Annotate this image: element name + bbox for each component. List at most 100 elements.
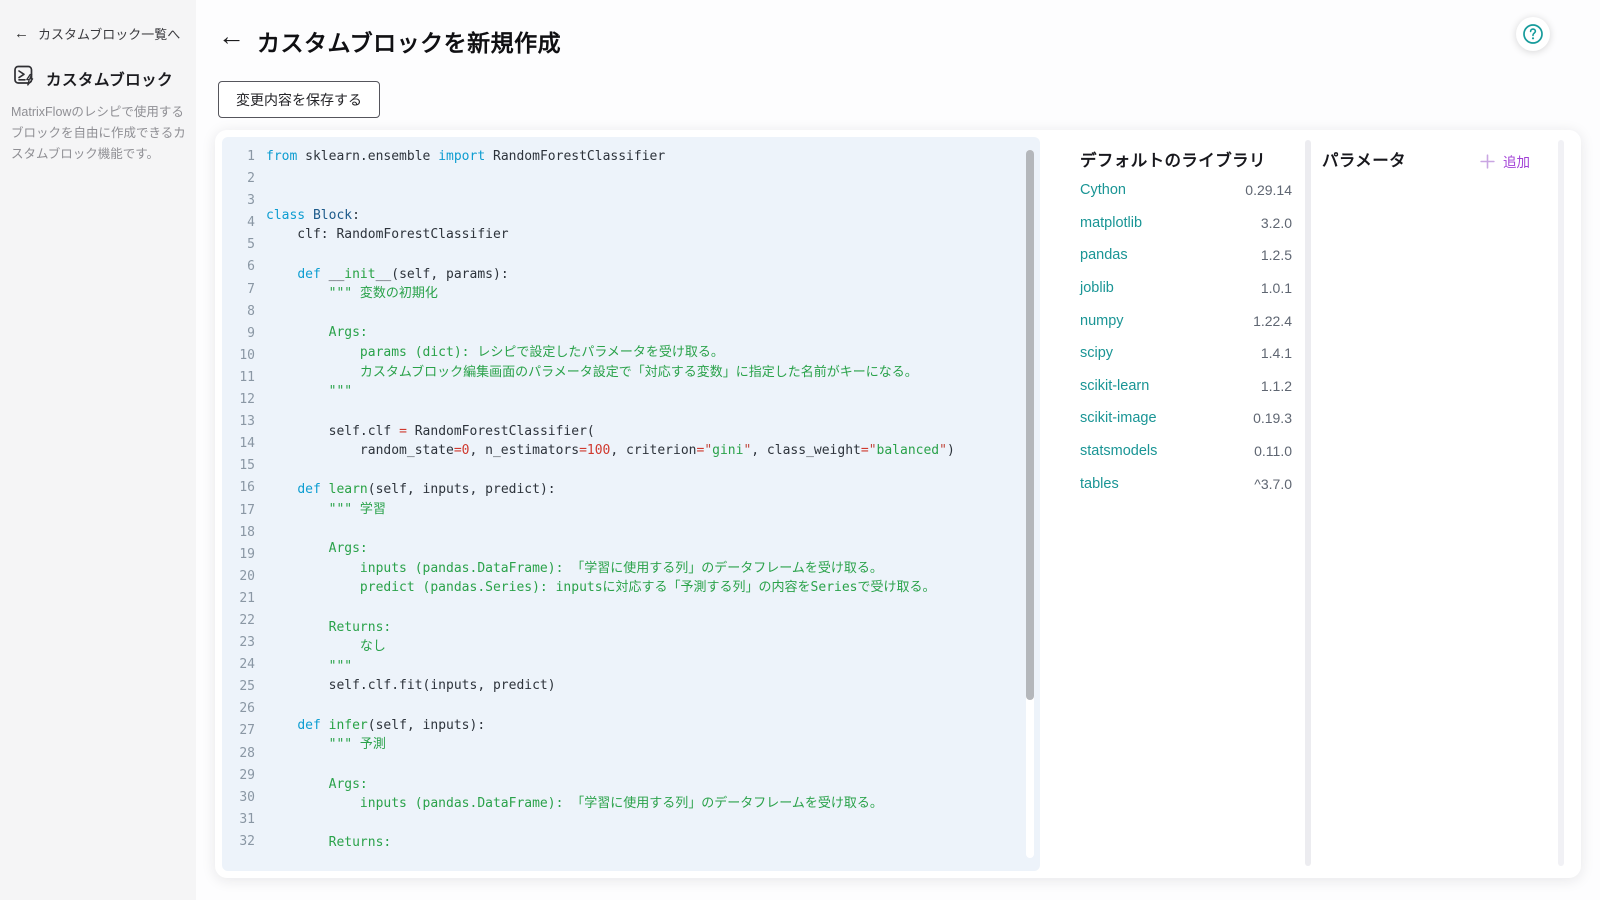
code-line: Returns: bbox=[266, 618, 1020, 638]
code-line bbox=[266, 598, 1020, 618]
help-button[interactable] bbox=[1516, 17, 1550, 51]
code-line: self.clf = RandomForestClassifier( bbox=[266, 422, 1020, 442]
library-version: 1.1.2 bbox=[1261, 378, 1292, 394]
sidebar: ← カスタムブロック一覧へ カスタムブロック MatrixFlowのレシピで使用… bbox=[0, 0, 196, 900]
line-number: 13 bbox=[222, 411, 255, 433]
custom-block-icon bbox=[13, 64, 37, 93]
library-row: scikit-learn 1.1.2 bbox=[1080, 370, 1292, 403]
code-line: inputs (pandas.DataFrame): 「学習に使用する列」のデー… bbox=[266, 794, 1020, 814]
library-name[interactable]: numpy bbox=[1080, 313, 1124, 329]
library-name[interactable]: pandas bbox=[1080, 247, 1128, 263]
line-number: 12 bbox=[222, 389, 255, 411]
line-number: 3 bbox=[222, 190, 255, 212]
library-list: Cython 0.29.14 matplotlib3.2.0 pandas 1.2.5 j… bbox=[1080, 174, 1292, 500]
library-version: 1.22.4 bbox=[1253, 313, 1292, 329]
line-number: 26 bbox=[222, 698, 255, 720]
line-number: 20 bbox=[222, 566, 255, 588]
code-line: def learn(self, inputs, predict): bbox=[266, 480, 1020, 500]
line-number: 9 bbox=[222, 323, 255, 345]
line-number: 8 bbox=[222, 301, 255, 323]
line-number: 30 bbox=[222, 787, 255, 809]
line-number: 10 bbox=[222, 345, 255, 367]
library-row: pandas 1.2.5 bbox=[1080, 239, 1292, 272]
line-number: 7 bbox=[222, 279, 255, 301]
line-number: 28 bbox=[222, 743, 255, 765]
code-editor[interactable]: 1234567891011121314151617181920212223242… bbox=[222, 137, 1040, 871]
code-scrollbar-thumb[interactable] bbox=[1026, 150, 1034, 700]
code-line bbox=[266, 245, 1020, 265]
libraries-title: デフォルトのライブラリ bbox=[1080, 149, 1292, 173]
parameters-title: パラメータ bbox=[1322, 149, 1406, 173]
left-arrow-icon: ← bbox=[14, 25, 29, 42]
code-line: def __init__(self, params): bbox=[266, 265, 1020, 285]
line-number: 19 bbox=[222, 544, 255, 566]
code-line: inputs (pandas.DataFrame): 「学習に使用する列」のデー… bbox=[266, 559, 1020, 579]
line-number: 6 bbox=[222, 256, 255, 278]
line-number: 5 bbox=[222, 234, 255, 256]
save-button[interactable]: 変更内容を保存する bbox=[218, 81, 380, 118]
code-line: Returns: bbox=[266, 833, 1020, 853]
code-line: """ 予測 bbox=[266, 735, 1020, 755]
code-line: class Block: bbox=[266, 206, 1020, 226]
library-row: matplotlib3.2.0 bbox=[1080, 207, 1292, 240]
sidebar-back-label: カスタムブロック一覧へ bbox=[38, 24, 180, 43]
line-number: 17 bbox=[222, 500, 255, 522]
library-name[interactable]: matplotlib bbox=[1080, 215, 1142, 231]
library-name[interactable]: scipy bbox=[1080, 345, 1113, 361]
code-line: predict (pandas.Series): inputsに対応する「予測す… bbox=[266, 578, 1020, 598]
add-parameter-label: 追加 bbox=[1503, 151, 1530, 171]
question-mark-icon bbox=[1521, 22, 1545, 46]
line-number: 4 bbox=[222, 212, 255, 234]
code-line bbox=[266, 520, 1020, 540]
library-version: 0.11.0 bbox=[1254, 443, 1292, 459]
code-line: clf: RandomForestClassifier bbox=[266, 225, 1020, 245]
code-line bbox=[266, 696, 1020, 716]
code-line: from sklearn.ensemble import RandomFores… bbox=[266, 147, 1020, 167]
library-version: 0.19.3 bbox=[1253, 410, 1292, 426]
library-name[interactable]: joblib bbox=[1080, 280, 1114, 296]
library-version: 1.4.1 bbox=[1261, 345, 1292, 361]
library-name[interactable]: scikit-image bbox=[1080, 410, 1157, 426]
code-lines: from sklearn.ensemble import RandomFores… bbox=[266, 147, 1020, 853]
code-line bbox=[266, 304, 1020, 324]
code-line bbox=[266, 755, 1020, 775]
library-row: joblib 1.0.1 bbox=[1080, 272, 1292, 305]
code-line: """ 学習 bbox=[266, 500, 1020, 520]
code-line bbox=[266, 402, 1020, 422]
line-number: 14 bbox=[222, 433, 255, 455]
library-name[interactable]: statsmodels bbox=[1080, 443, 1157, 459]
libraries-panel: デフォルトのライブラリ Cython 0.29.14 matplotlib3.2.0… bbox=[1080, 130, 1292, 878]
page-back-arrow[interactable]: ← bbox=[218, 23, 245, 50]
libraries-scrollbar[interactable] bbox=[1305, 140, 1311, 866]
parameters-panel: パラメータ 追加 bbox=[1322, 130, 1530, 878]
parameters-scrollbar[interactable] bbox=[1558, 140, 1564, 866]
code-line: params (dict): レシピで設定したパラメータを受け取る。 bbox=[266, 343, 1020, 363]
sidebar-back-link[interactable]: ← カスタムブロック一覧へ bbox=[14, 24, 180, 43]
code-line bbox=[266, 167, 1020, 187]
gutter: 1234567891011121314151617181920212223242… bbox=[222, 146, 255, 853]
library-row: tables^3.7.0 bbox=[1080, 467, 1292, 500]
code-line: なし bbox=[266, 637, 1020, 657]
library-version: 1.0.1 bbox=[1261, 280, 1292, 296]
line-number: 27 bbox=[222, 720, 255, 742]
library-row: scipy 1.4.1 bbox=[1080, 337, 1292, 370]
library-name[interactable]: tables bbox=[1080, 476, 1119, 492]
line-number: 11 bbox=[222, 367, 255, 389]
code-line: random_state=0, n_estimators=100, criter… bbox=[266, 441, 1020, 461]
line-number: 25 bbox=[222, 676, 255, 698]
line-number: 29 bbox=[222, 765, 255, 787]
library-name[interactable]: scikit-learn bbox=[1080, 378, 1149, 394]
code-line: カスタムブロック編集画面のパラメータ設定で「対応する変数」に指定した名前がキーに… bbox=[266, 363, 1020, 383]
code-line: Args: bbox=[266, 539, 1020, 559]
line-number: 21 bbox=[222, 588, 255, 610]
line-number: 18 bbox=[222, 522, 255, 544]
add-parameter-button[interactable]: 追加 bbox=[1479, 151, 1530, 171]
library-row: Cython 0.29.14 bbox=[1080, 174, 1292, 207]
code-line bbox=[266, 186, 1020, 206]
line-number: 32 bbox=[222, 831, 255, 853]
line-number: 22 bbox=[222, 610, 255, 632]
library-name[interactable]: Cython bbox=[1080, 182, 1126, 198]
library-version: 1.2.5 bbox=[1261, 247, 1292, 263]
library-version: 0.29.14 bbox=[1245, 182, 1292, 198]
code-line: """ 変数の初期化 bbox=[266, 284, 1020, 304]
